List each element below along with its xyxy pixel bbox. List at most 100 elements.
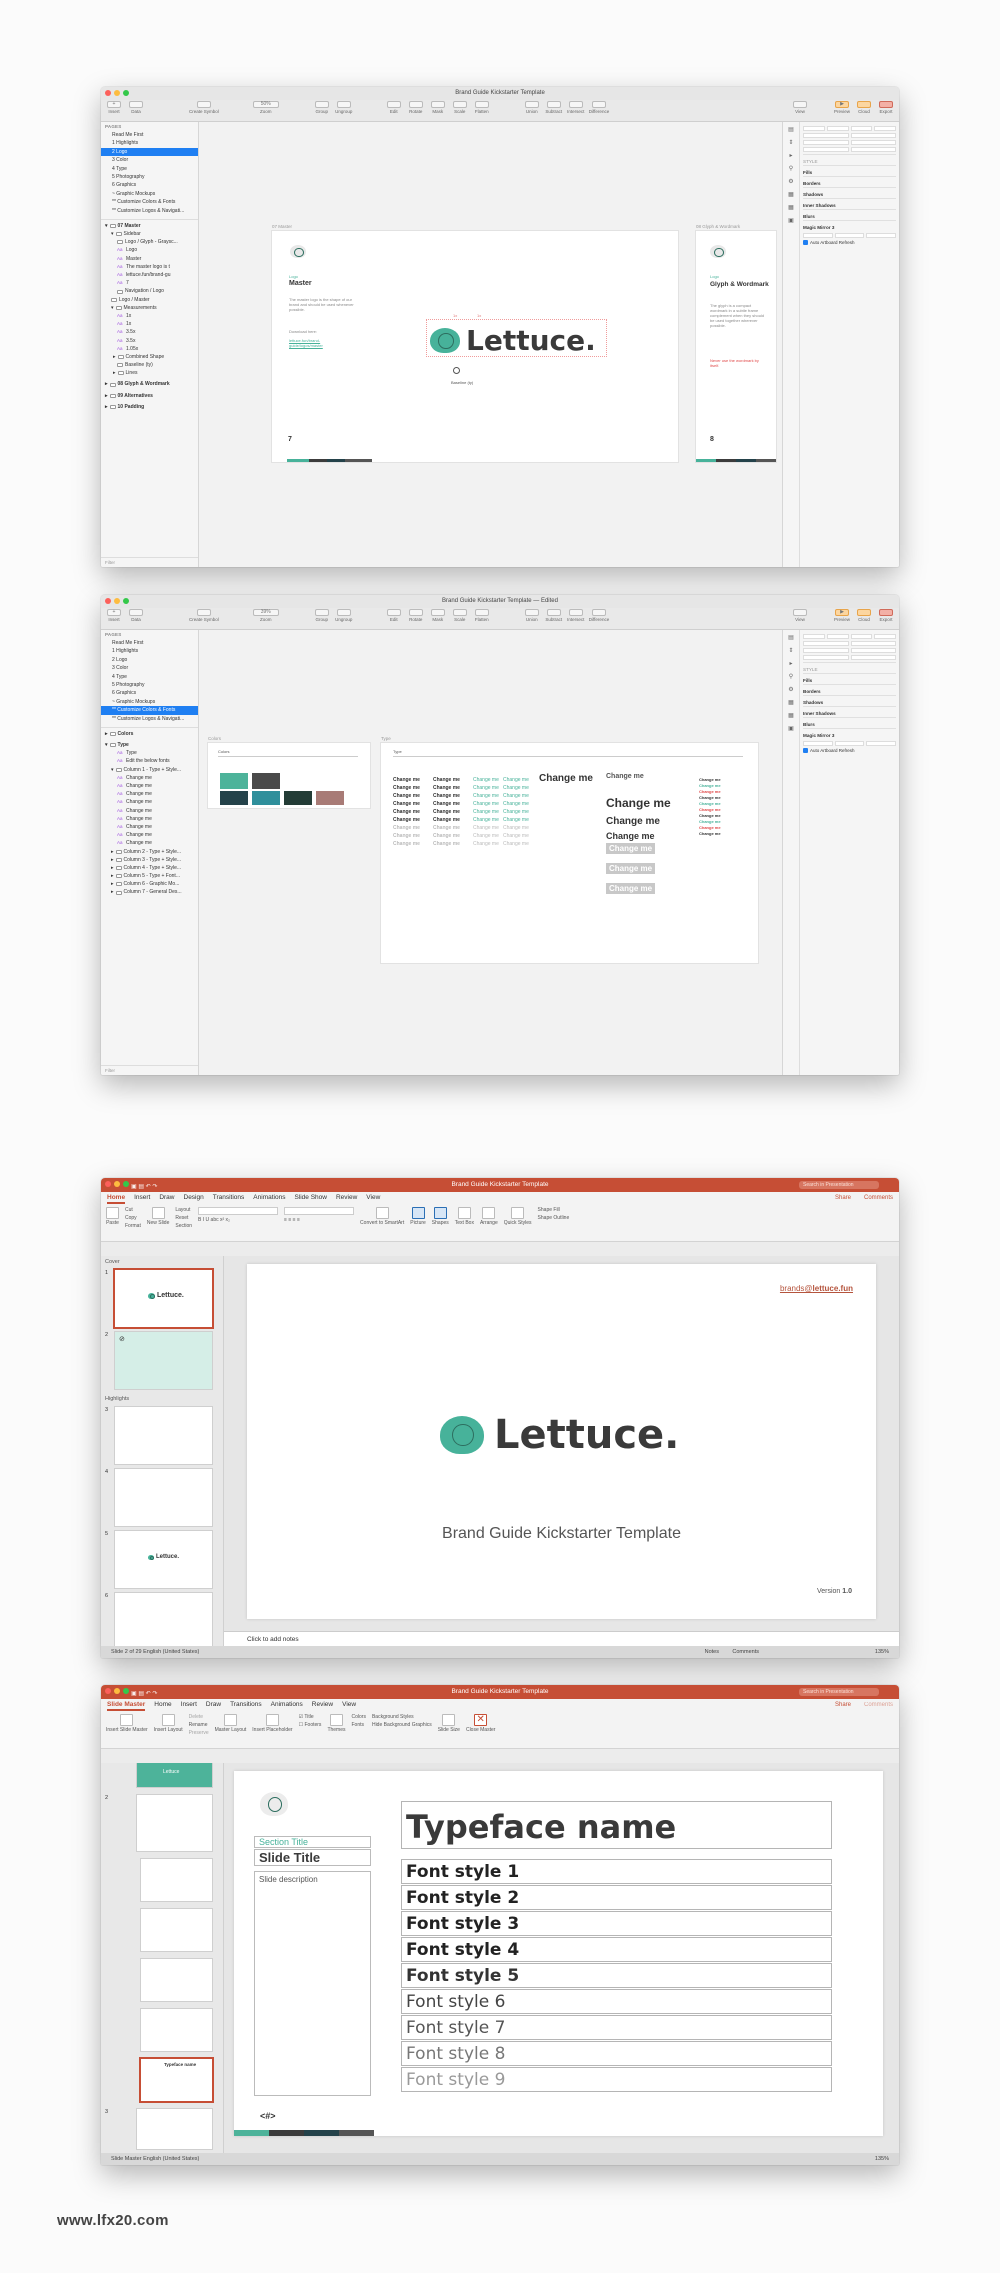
cut-button[interactable]: Cut <box>125 1207 141 1213</box>
page-item[interactable]: ~ Graphic Mockups <box>101 190 198 198</box>
layer-row[interactable]: Aa Change me <box>101 790 198 798</box>
font-style-placeholder[interactable]: Font style 6 <box>401 1989 832 2014</box>
distribute-icon[interactable]: ⇕ <box>788 139 793 146</box>
shadows-section[interactable]: Shadows <box>803 187 896 198</box>
canvas[interactable]: Colors Colors Type Type Change me Change … <box>199 630 782 1075</box>
type-sample[interactable]: Change me <box>393 801 420 807</box>
type-sample-large[interactable]: Change me <box>606 816 660 827</box>
type-sample[interactable]: Change me <box>503 777 529 783</box>
type-sample[interactable]: Change me <box>433 777 460 783</box>
type-sample[interactable]: Change me <box>433 817 460 823</box>
layout-icon[interactable]: ▦ <box>788 699 794 706</box>
close-window-button[interactable] <box>105 1688 111 1694</box>
tab-animations[interactable]: Animations <box>253 1192 285 1204</box>
layer-row[interactable]: ▸ Combined Shape <box>101 353 198 361</box>
type-sample-small[interactable]: Change me <box>699 789 721 794</box>
slide-thumb[interactable] <box>115 1407 212 1464</box>
data-button[interactable]: Data <box>127 609 145 622</box>
zoom-window-button[interactable] <box>123 598 129 604</box>
layer-row[interactable]: ▾ 07 Master <box>101 222 198 230</box>
search-input[interactable]: Search in Presentation <box>799 1688 879 1696</box>
page-item[interactable]: 6 Graphics <box>101 689 198 697</box>
group-button[interactable]: Group <box>313 101 331 114</box>
plugin-icon[interactable]: ▣ <box>788 217 794 224</box>
layer-row[interactable]: Aa 3.5x <box>101 337 198 345</box>
page-item[interactable]: 6 Graphics <box>101 181 198 189</box>
type-sample[interactable]: Change me <box>393 817 420 823</box>
hide-background-checkbox[interactable]: Hide Background Graphics <box>372 1722 432 1728</box>
align-icon[interactable]: ▤ <box>788 634 794 641</box>
delete-button[interactable]: Delete <box>189 1714 209 1720</box>
layer-row[interactable]: Aa Logo <box>101 246 198 254</box>
font-style-placeholder[interactable]: Font style 3 <box>401 1911 832 1936</box>
type-sample[interactable]: Change me <box>503 833 529 839</box>
themes-button[interactable]: Themes <box>327 1714 346 1745</box>
layer-row[interactable]: Aa lettuce.fun/brand-gu <box>101 271 198 279</box>
type-sample[interactable]: Change me <box>503 817 529 823</box>
subtract-button[interactable]: Subtract <box>545 609 563 622</box>
layer-row[interactable]: ▸ Colors <box>101 730 198 738</box>
close-window-button[interactable] <box>105 598 111 604</box>
title-checkbox[interactable]: ☑ Title <box>299 1714 322 1720</box>
page-item[interactable]: ** Customize Colors & Fonts <box>101 198 198 206</box>
share-button[interactable]: Share <box>835 1699 851 1711</box>
grid-icon[interactable]: ▦ <box>788 204 794 211</box>
type-sample-small[interactable]: Change me <box>699 777 721 782</box>
new-slide-button[interactable]: New Slide <box>147 1207 169 1238</box>
intersect-button[interactable]: Intersect <box>567 609 585 622</box>
type-sample[interactable]: Change me <box>393 825 420 831</box>
pin-icon[interactable]: ⚲ <box>789 673 793 680</box>
type-sample[interactable]: Change me <box>503 785 529 791</box>
play-icon[interactable]: ▸ <box>789 660 792 667</box>
layer-row[interactable]: Baseline (ty) <box>101 361 198 369</box>
type-sample-small[interactable]: Change me <box>699 813 721 818</box>
share-button[interactable]: Share <box>835 1192 851 1204</box>
shape-outline-button[interactable]: Shape Outline <box>538 1215 570 1221</box>
close-window-button[interactable] <box>105 90 111 96</box>
type-sample-small[interactable]: Change me <box>699 801 721 806</box>
type-sample[interactable]: Change me <box>393 785 420 791</box>
export-button[interactable]: Export <box>877 101 895 114</box>
type-sample[interactable]: Change me <box>393 777 420 783</box>
convert-smartart-button[interactable]: Convert to SmartArt <box>360 1207 404 1238</box>
pin-icon[interactable]: ⚲ <box>789 165 793 172</box>
font-style-placeholder[interactable]: Font style 9 <box>401 2067 832 2092</box>
layer-row[interactable]: Aa Change me <box>101 798 198 806</box>
section-button[interactable]: Section <box>175 1223 192 1229</box>
type-sample-large[interactable]: Change me <box>606 796 671 810</box>
layer-row[interactable]: Aa Edit the below fonts <box>101 757 198 765</box>
filter-input[interactable]: Filter <box>101 1065 198 1075</box>
rename-button[interactable]: Rename <box>189 1722 209 1728</box>
filter-input[interactable]: Filter <box>101 557 198 567</box>
layer-row[interactable]: ▸ Lines <box>101 369 198 377</box>
subtract-button[interactable]: Subtract <box>545 101 563 114</box>
font-style-placeholder[interactable]: Font style 7 <box>401 2015 832 2040</box>
ungroup-button[interactable]: Ungroup <box>335 609 353 622</box>
insert-slide-master-button[interactable]: Insert Slide Master <box>106 1714 148 1745</box>
union-button[interactable]: Union <box>523 101 541 114</box>
cloud-button[interactable]: Cloud <box>855 609 873 622</box>
zoom-window-button[interactable] <box>123 1688 129 1694</box>
type-sample[interactable]: Change me <box>503 793 529 799</box>
type-sample[interactable]: Change me <box>393 793 420 799</box>
layer-row[interactable]: Aa Change me <box>101 782 198 790</box>
page-item[interactable]: 4 Type <box>101 165 198 173</box>
type-sample[interactable]: Change me <box>503 801 529 807</box>
type-sample[interactable]: Change me <box>433 793 460 799</box>
layer-row[interactable]: Aa Master <box>101 255 198 263</box>
borders-section[interactable]: Borders <box>803 176 896 187</box>
view-button[interactable]: View <box>791 101 809 114</box>
preview-button[interactable]: ▶ Preview <box>833 609 851 622</box>
comments-button[interactable]: Comments <box>864 1699 893 1711</box>
close-master-button[interactable]: ✕ Close Master <box>466 1714 495 1745</box>
layer-row[interactable]: Aa The master logo is t <box>101 263 198 271</box>
zoom-level[interactable]: 135% <box>875 2153 889 2165</box>
type-sample-small[interactable]: Change me <box>699 795 721 800</box>
export-button[interactable]: Export <box>877 609 895 622</box>
page-item[interactable]: Read Me First <box>101 639 198 647</box>
type-sample-large[interactable]: Change me <box>539 773 593 784</box>
tab-review[interactable]: Review <box>336 1192 357 1204</box>
layer-row[interactable]: Aa Change me <box>101 815 198 823</box>
type-sample[interactable]: Change me <box>393 833 420 839</box>
paragraph-controls[interactable] <box>284 1207 355 1215</box>
